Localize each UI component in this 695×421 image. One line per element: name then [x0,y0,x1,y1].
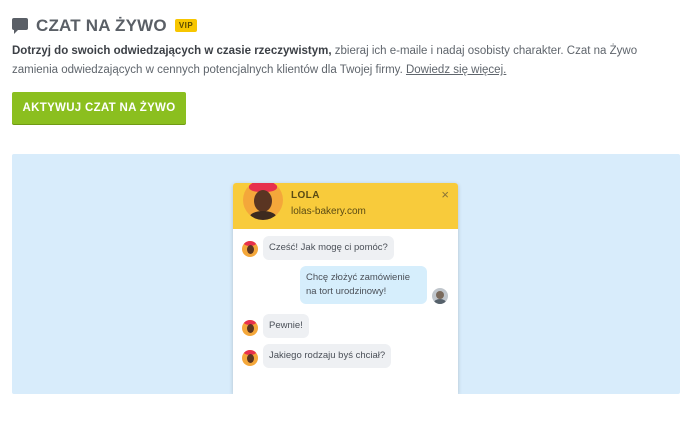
agent-avatar-small [242,241,258,257]
section-header: CZAT NA ŻYWO VIP [12,14,198,38]
agent-avatar [243,183,283,220]
agent-avatar-small [242,320,258,336]
chat-widget-header: LOLA lolas-bakery.com × [233,183,458,229]
section-title: CZAT NA ŻYWO [36,16,167,35]
agent-avatar-small [242,350,258,366]
agent-site: lolas-bakery.com [291,206,366,217]
chat-message-agent: Pewnie! [263,314,309,338]
activate-live-chat-button[interactable]: AKTYWUJ CZAT NA ŻYWO [12,92,186,124]
vip-badge: VIP [174,18,198,32]
learn-more-link[interactable]: Dowiedz się więcej. [406,64,506,76]
description-bold: Dotrzyj do swoich odwiedzających w czasi… [12,45,332,57]
chat-icon [12,18,28,34]
chat-message-agent: Cześć! Jak mogę ci pomóc? [263,236,394,260]
user-avatar [432,288,448,304]
close-icon[interactable]: × [441,188,449,201]
chat-message-agent: Jakiego rodzaju byś chciał? [263,344,392,368]
chat-widget: LOLA lolas-bakery.com × Cześć! Jak mogę … [233,183,458,394]
agent-name: LOLA [291,190,320,201]
chat-message-user: Chcę złożyć zamówienie na tort urodzinow… [300,266,427,304]
chat-preview-area: LOLA lolas-bakery.com × Cześć! Jak mogę … [12,154,680,394]
section-description: Dotrzyj do swoich odwiedzających w czasi… [12,42,682,80]
